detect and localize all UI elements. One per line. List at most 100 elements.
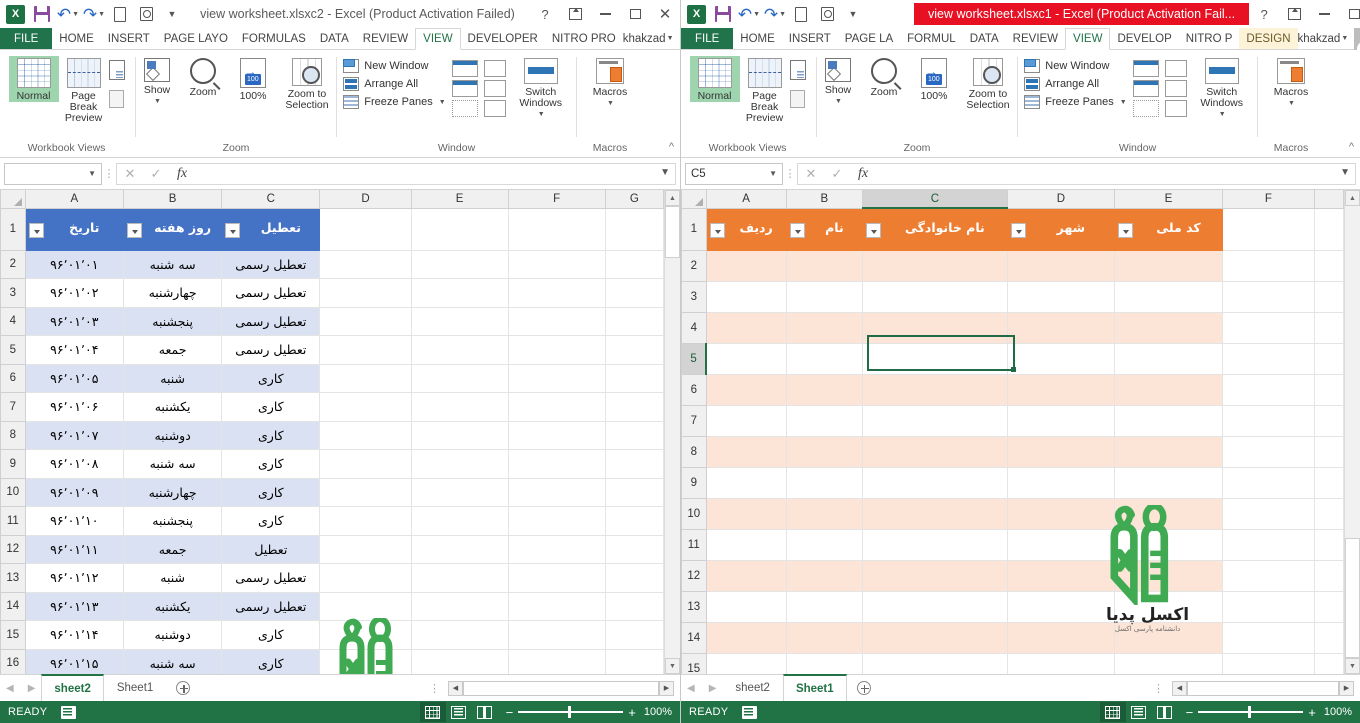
sheet-nav-next-icon[interactable]: ▶ (28, 683, 36, 694)
table-cell[interactable]: پنجشنبه (122, 306, 223, 336)
sheet-tab-grip[interactable]: ⋮ (1145, 675, 1172, 701)
freeze-panes-button[interactable]: Freeze Panes ▼ (1024, 95, 1127, 109)
empty-cell[interactable] (410, 534, 509, 564)
zoom-in-icon[interactable]: + (628, 705, 636, 720)
table-cell[interactable] (1114, 373, 1223, 406)
tab-home[interactable]: HOME (733, 28, 782, 49)
table-cell[interactable] (705, 404, 787, 437)
table-cell[interactable]: کاری (221, 648, 321, 674)
print-preview-button[interactable] (814, 2, 840, 26)
minimize-button[interactable] (590, 0, 620, 28)
custom-views-icon[interactable] (789, 90, 805, 108)
filter-dropdown-icon[interactable] (789, 223, 805, 238)
scroll-right-icon[interactable]: ▶ (659, 680, 674, 696)
horizontal-scrollbar-left[interactable]: ◀ ▶ (448, 675, 680, 701)
empty-cell[interactable] (319, 278, 412, 308)
table-row[interactable]: 5 ۹۶٬۰۱٬۰۴ جمعه تعطیل رسمی (0, 335, 664, 365)
table-cell[interactable]: یکشنبه (122, 591, 223, 621)
reset-window-position-icon[interactable] (1164, 100, 1187, 117)
table-header-cell[interactable]: شهر (1006, 207, 1116, 251)
cancel-formula-icon[interactable]: ✕ (798, 166, 824, 182)
empty-cell[interactable] (410, 420, 509, 450)
minimize-button[interactable] (1309, 0, 1339, 28)
empty-cell[interactable] (507, 534, 606, 564)
table-cell[interactable]: تعطیل رسمی (221, 591, 321, 621)
table-cell[interactable] (862, 621, 1008, 654)
empty-cell[interactable] (507, 506, 606, 536)
table-cell[interactable] (862, 404, 1008, 437)
empty-cell[interactable] (604, 207, 664, 251)
table-cell[interactable] (705, 652, 787, 674)
table-cell[interactable]: سه شنبه (122, 249, 223, 279)
table-row[interactable]: 2 ۹۶٬۰۱٬۰۱ سه شنبه تعطیل رسمی (0, 249, 664, 279)
empty-cell[interactable] (1314, 528, 1344, 561)
empty-cell[interactable] (319, 392, 412, 422)
print-preview-button[interactable] (133, 2, 159, 26)
scrollbar-track[interactable] (665, 258, 680, 658)
zoom-button[interactable]: Zoom (859, 56, 909, 98)
table-header-cell[interactable]: تاریخ (24, 207, 124, 251)
empty-cell[interactable] (507, 620, 606, 650)
filter-dropdown-icon[interactable] (1118, 223, 1134, 238)
empty-cell[interactable] (1221, 249, 1316, 282)
row-header[interactable]: 6 (0, 363, 26, 393)
empty-cell[interactable] (319, 477, 412, 507)
tab-page-layout[interactable]: PAGE LAYO (157, 28, 235, 49)
row-header[interactable]: 7 (681, 404, 707, 437)
table-cell[interactable] (705, 373, 787, 406)
scroll-up-icon[interactable]: ▲ (1345, 190, 1360, 206)
tab-developer[interactable]: DEVELOP (1110, 28, 1178, 49)
table-cell[interactable] (862, 373, 1008, 406)
zoom-slider-track[interactable] (1198, 706, 1304, 719)
table-cell[interactable] (785, 311, 864, 344)
table-cell[interactable]: شنبه (122, 563, 223, 593)
page-break-status-button[interactable] (1152, 702, 1178, 722)
empty-cell[interactable] (1221, 311, 1316, 344)
empty-cell[interactable] (507, 363, 606, 393)
empty-cell[interactable] (319, 563, 412, 593)
table-header-cell[interactable]: روز هفته (122, 207, 223, 251)
table-cell[interactable] (862, 280, 1008, 313)
table-header-cell[interactable]: نام (785, 207, 864, 251)
page-break-preview-button[interactable]: Page Break Preview (740, 56, 790, 124)
col-header-c[interactable]: C (221, 190, 321, 209)
col-header-a[interactable]: A (24, 190, 124, 209)
table-row[interactable]: 12 ۹۶٬۰۱٬۱۱ جمعه تعطیل (0, 534, 664, 564)
table-cell[interactable]: ۹۶٬۰۱٬۱۵ (24, 648, 124, 674)
empty-cell[interactable] (319, 335, 412, 365)
tab-review[interactable]: REVIEW (356, 28, 415, 49)
filter-dropdown-icon[interactable] (1010, 223, 1026, 238)
undo-button[interactable]: ↶ ▼ (55, 2, 81, 26)
col-header-d[interactable]: D (1006, 190, 1116, 209)
scroll-left-icon[interactable]: ◀ (448, 680, 463, 696)
sheet-nav-prev-icon[interactable]: ◀ (6, 683, 14, 694)
row-header[interactable]: 4 (681, 311, 707, 344)
table-cell[interactable] (1114, 311, 1223, 344)
table-cell[interactable] (705, 621, 787, 654)
filter-dropdown-icon[interactable] (225, 223, 241, 238)
empty-cell[interactable] (1314, 311, 1344, 344)
custom-views-icon[interactable] (108, 90, 124, 108)
empty-cell[interactable] (319, 207, 412, 251)
empty-cell[interactable] (1221, 652, 1316, 674)
restore-button[interactable] (620, 0, 650, 28)
table-cell[interactable]: کاری (221, 477, 321, 507)
table-cell[interactable]: کاری (221, 506, 321, 536)
table-row[interactable]: 13 ۹۶٬۰۱٬۱۲ شنبه تعطیل رسمی (0, 563, 664, 593)
zoom-slider-knob[interactable] (1248, 706, 1251, 719)
table-cell[interactable] (785, 404, 864, 437)
tab-review[interactable]: REVIEW (1006, 28, 1065, 49)
col-header-c[interactable]: C (862, 190, 1008, 209)
user-account-right[interactable]: khakzad ▼ (1298, 27, 1360, 50)
arrange-all-button[interactable]: Arrange All (343, 77, 445, 91)
table-header-cell[interactable]: ردیف (705, 207, 787, 251)
row-header[interactable]: 3 (0, 278, 26, 308)
table-cell[interactable] (705, 342, 787, 375)
empty-cell[interactable] (1221, 207, 1316, 251)
redo-button[interactable]: ↷ ▼ (81, 2, 107, 26)
tab-home[interactable]: HOME (52, 28, 101, 49)
empty-cell[interactable] (604, 620, 664, 650)
table-row[interactable]: 3 ۹۶٬۰۱٬۰۲ چهارشنبه تعطیل رسمی (0, 278, 664, 308)
normal-view-status-button[interactable] (1099, 702, 1126, 722)
empty-cell[interactable] (1221, 559, 1316, 592)
